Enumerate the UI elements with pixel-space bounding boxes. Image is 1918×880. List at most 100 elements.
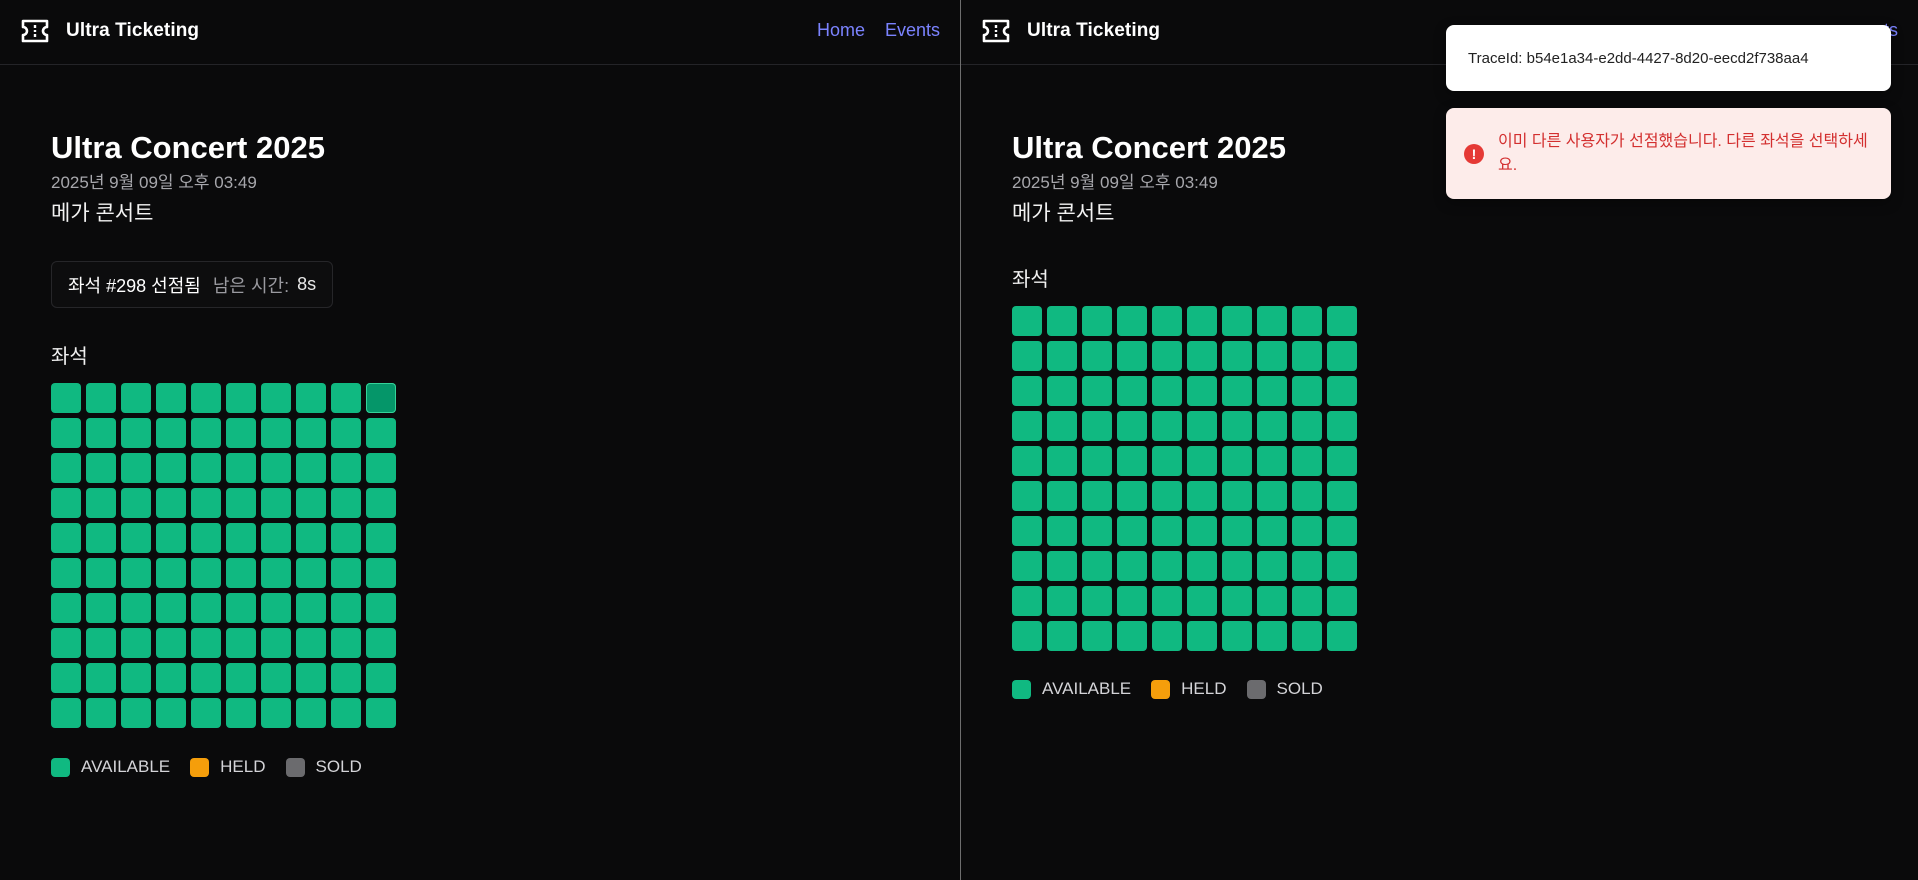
seat[interactable] [1187, 306, 1217, 336]
brand[interactable]: Ultra Ticketing [20, 18, 199, 44]
seat[interactable] [191, 453, 221, 483]
seat[interactable] [366, 698, 396, 728]
seat[interactable] [1222, 306, 1252, 336]
seat[interactable] [156, 698, 186, 728]
seat[interactable] [156, 663, 186, 693]
seat[interactable] [156, 488, 186, 518]
seat[interactable] [226, 698, 256, 728]
seat[interactable] [1082, 411, 1112, 441]
seat[interactable] [1292, 621, 1322, 651]
seat[interactable] [331, 523, 361, 553]
seat[interactable] [261, 453, 291, 483]
seat[interactable] [366, 628, 396, 658]
seat[interactable] [331, 383, 361, 413]
seat[interactable] [191, 523, 221, 553]
brand[interactable]: Ultra Ticketing [981, 18, 1160, 44]
seat[interactable] [1047, 481, 1077, 511]
seat[interactable] [1187, 551, 1217, 581]
seat[interactable] [1187, 376, 1217, 406]
seat[interactable] [156, 453, 186, 483]
seat[interactable] [261, 523, 291, 553]
seat[interactable] [1292, 586, 1322, 616]
seat[interactable] [1047, 411, 1077, 441]
seat[interactable] [121, 488, 151, 518]
seat[interactable] [1082, 551, 1112, 581]
seat-selected[interactable] [366, 383, 396, 413]
seat[interactable] [1257, 446, 1287, 476]
seat[interactable] [226, 558, 256, 588]
seat[interactable] [1012, 446, 1042, 476]
seat[interactable] [1082, 481, 1112, 511]
seat[interactable] [1292, 446, 1322, 476]
seat[interactable] [1222, 341, 1252, 371]
seat[interactable] [226, 523, 256, 553]
seat[interactable] [191, 418, 221, 448]
seat[interactable] [1222, 411, 1252, 441]
seat[interactable] [1152, 621, 1182, 651]
seat[interactable] [1012, 586, 1042, 616]
seat[interactable] [121, 558, 151, 588]
seat[interactable] [1222, 376, 1252, 406]
seat[interactable] [1187, 341, 1217, 371]
seat[interactable] [331, 558, 361, 588]
seat[interactable] [1047, 551, 1077, 581]
seat[interactable] [1292, 411, 1322, 441]
seat[interactable] [1152, 516, 1182, 546]
seat[interactable] [1292, 516, 1322, 546]
seat[interactable] [1292, 306, 1322, 336]
seat[interactable] [1117, 551, 1147, 581]
seat[interactable] [1292, 341, 1322, 371]
seat[interactable] [1187, 481, 1217, 511]
seat[interactable] [1152, 376, 1182, 406]
seat[interactable] [1012, 376, 1042, 406]
seat[interactable] [331, 698, 361, 728]
seat[interactable] [261, 418, 291, 448]
seat[interactable] [86, 453, 116, 483]
seat[interactable] [296, 383, 326, 413]
seat[interactable] [1012, 551, 1042, 581]
seat[interactable] [261, 593, 291, 623]
seat[interactable] [51, 663, 81, 693]
seat[interactable] [1012, 621, 1042, 651]
seat[interactable] [1222, 481, 1252, 511]
seat[interactable] [1082, 376, 1112, 406]
seat[interactable] [1152, 481, 1182, 511]
seat[interactable] [121, 418, 151, 448]
seat[interactable] [121, 593, 151, 623]
seat[interactable] [1012, 481, 1042, 511]
seat[interactable] [296, 418, 326, 448]
seat[interactable] [1327, 376, 1357, 406]
seat[interactable] [366, 663, 396, 693]
seat[interactable] [121, 698, 151, 728]
seat[interactable] [1187, 411, 1217, 441]
seat[interactable] [1187, 621, 1217, 651]
seat[interactable] [191, 628, 221, 658]
seat[interactable] [1117, 341, 1147, 371]
seat[interactable] [1327, 621, 1357, 651]
seat[interactable] [86, 418, 116, 448]
seat[interactable] [296, 558, 326, 588]
seat[interactable] [86, 593, 116, 623]
seat[interactable] [51, 558, 81, 588]
seat[interactable] [226, 418, 256, 448]
seat[interactable] [366, 523, 396, 553]
seat[interactable] [331, 488, 361, 518]
seat[interactable] [1222, 516, 1252, 546]
seat[interactable] [1082, 621, 1112, 651]
seat[interactable] [1082, 586, 1112, 616]
seat[interactable] [331, 418, 361, 448]
seat[interactable] [156, 523, 186, 553]
nav-home-link[interactable]: Home [817, 20, 865, 41]
seat[interactable] [366, 593, 396, 623]
seat[interactable] [296, 698, 326, 728]
seat[interactable] [331, 453, 361, 483]
seat[interactable] [1117, 306, 1147, 336]
seat[interactable] [1047, 306, 1077, 336]
seat[interactable] [1292, 551, 1322, 581]
seat[interactable] [121, 663, 151, 693]
seat[interactable] [331, 663, 361, 693]
seat[interactable] [1327, 446, 1357, 476]
seat[interactable] [1257, 586, 1287, 616]
seat[interactable] [1187, 516, 1217, 546]
seat[interactable] [51, 593, 81, 623]
